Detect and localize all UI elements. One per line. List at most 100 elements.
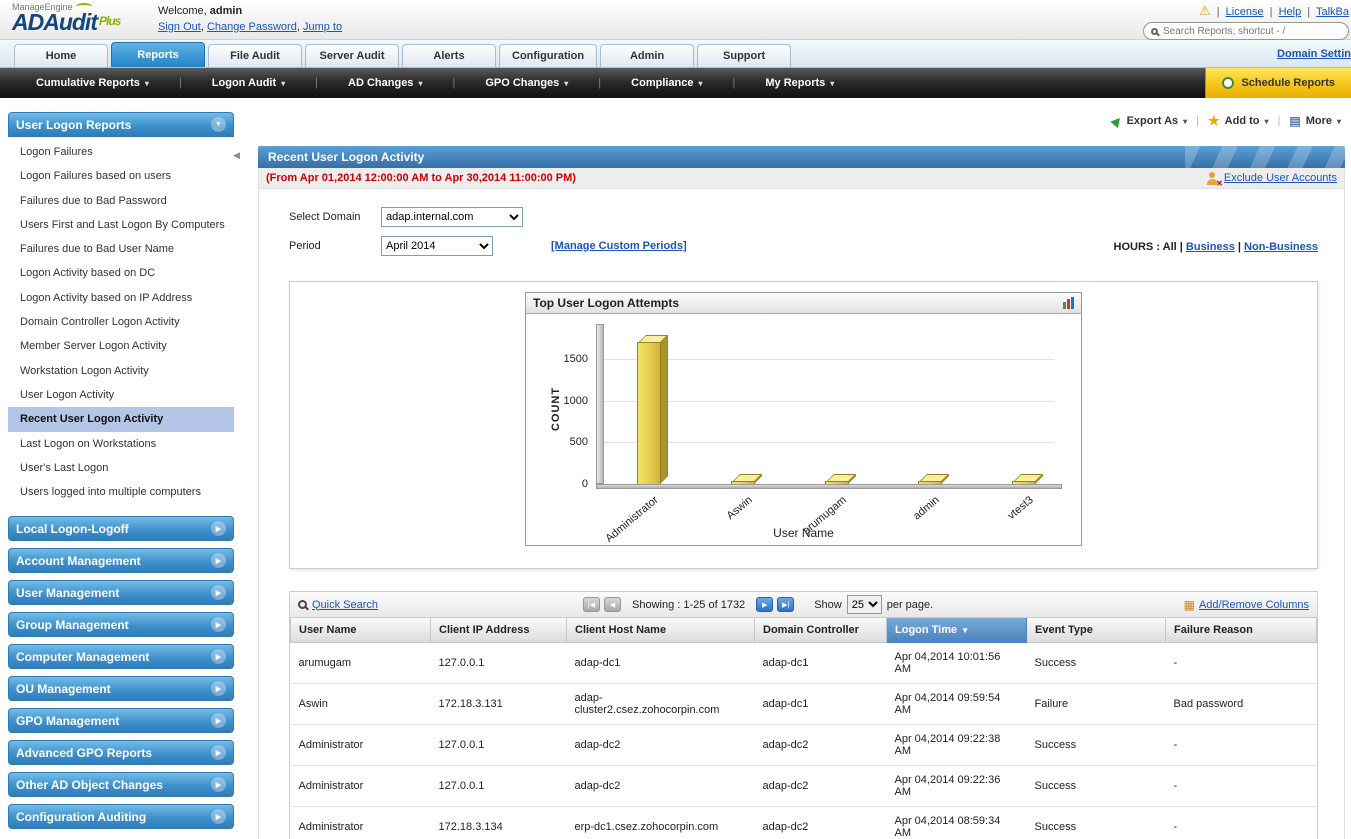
chart-type-icon[interactable] xyxy=(1063,297,1074,309)
sidebar-section-ou-management[interactable]: OU Management ▶ xyxy=(8,676,234,702)
sidebar-item-domain-controller-logon-activity[interactable]: Domain Controller Logon Activity xyxy=(8,310,234,334)
table-cell: Success xyxy=(1026,765,1166,807)
sidebar-section-computer-management[interactable]: Computer Management ▶ xyxy=(8,644,234,670)
chevron-down-icon: ▾ xyxy=(144,79,149,88)
sidebar-section-group-management[interactable]: Group Management ▶ xyxy=(8,612,234,638)
more-button[interactable]: ▤ More ▾ xyxy=(1289,114,1341,128)
last-page-button[interactable]: ▶| xyxy=(777,597,795,612)
column-header-client-host-name[interactable]: Client Host Name xyxy=(566,618,755,643)
domain-settings-link[interactable]: Domain Settin xyxy=(1277,48,1351,60)
chevron-right-icon: ▶ xyxy=(211,585,226,601)
sidebar-section-other-ad-object-changes[interactable]: Other AD Object Changes ▶ xyxy=(8,772,234,798)
sidebar-item-logon-activity-based-on-ip-address[interactable]: Logon Activity based on IP Address xyxy=(8,286,234,310)
table-cell: Aswin xyxy=(290,683,431,725)
tab-alerts[interactable]: Alerts xyxy=(402,44,496,67)
menu-cumulative-reports[interactable]: Cumulative Reports ▾ xyxy=(6,77,179,89)
table-row[interactable]: arumugam 127.0.0.1 adap-dc1 adap-dc1 Apr 04,… xyxy=(290,642,1317,684)
tab-admin[interactable]: Admin xyxy=(600,44,695,67)
table-cell: adap-cluster2.csez.zohocorpin.com xyxy=(566,683,755,725)
sidebar-section-user-management[interactable]: User Management ▶ xyxy=(8,580,234,606)
chevron-right-icon: ▶ xyxy=(211,617,226,633)
domain-select[interactable]: adap.internal.com xyxy=(381,207,523,227)
quick-search-button[interactable]: Quick Search xyxy=(298,599,378,611)
tab-reports[interactable]: Reports xyxy=(111,42,205,67)
warning-icon[interactable]: ⚠ xyxy=(1199,3,1211,18)
prev-page-button[interactable]: ◀ xyxy=(604,597,622,612)
column-header-domain-controller[interactable]: Domain Controller xyxy=(754,618,887,643)
table-cell: adap-dc2 xyxy=(754,765,887,807)
chevron-down-icon: ▾ xyxy=(1183,116,1188,126)
tab-server-audit[interactable]: Server Audit xyxy=(305,44,399,67)
column-header-user-name[interactable]: User Name xyxy=(290,618,431,643)
period-select[interactable]: April 2014 xyxy=(381,236,493,256)
menu-gpo-changes[interactable]: GPO Changes ▾ xyxy=(455,77,598,89)
menu-ad-changes[interactable]: AD Changes ▾ xyxy=(318,77,452,89)
add-remove-columns-button[interactable]: ▦ Add/Remove Columns xyxy=(1184,598,1309,612)
next-page-button[interactable]: ▶ xyxy=(756,597,774,612)
tab-file-audit[interactable]: File Audit xyxy=(208,44,302,67)
menu-compliance[interactable]: Compliance ▾ xyxy=(601,77,732,89)
sidebar-section-account-management[interactable]: Account Management ▶ xyxy=(8,548,234,574)
column-header-client-ip-address[interactable]: Client IP Address xyxy=(430,618,567,643)
sidebar-item-logon-failures[interactable]: Logon Failures xyxy=(8,140,234,164)
sidebar-section-configuration-auditing[interactable]: Configuration Auditing ▶ xyxy=(8,804,234,830)
manage-custom-periods-link[interactable]: [Manage Custom Periods] xyxy=(551,240,687,252)
column-header-logon-time[interactable]: Logon Time ▼ xyxy=(886,618,1027,643)
tab-configuration[interactable]: Configuration xyxy=(499,44,598,67)
schedule-reports-button[interactable]: Schedule Reports xyxy=(1205,68,1351,98)
column-header-event-type[interactable]: Event Type xyxy=(1026,618,1166,643)
table-row[interactable]: Aswin 172.18.3.131 adap-cluster2.csez.zoho… xyxy=(290,683,1317,725)
sidebar-item-last-logon-on-workstations[interactable]: Last Logon on Workstations xyxy=(8,432,234,456)
first-page-button[interactable]: |◀ xyxy=(583,597,601,612)
exclude-user-accounts-link[interactable]: Exclude User Accounts xyxy=(1224,172,1337,184)
change-password-link[interactable]: Change Password xyxy=(207,21,297,33)
table-row[interactable]: Administrator 172.18.3.134 erp-dc1.csez.zo… xyxy=(290,806,1317,839)
chevron-right-icon: ▶ xyxy=(211,745,226,761)
hours-business-link[interactable]: Business xyxy=(1186,241,1235,253)
export-icon xyxy=(1109,114,1124,128)
table-cell: Apr 04,2014 09:22:36 AM xyxy=(886,765,1027,807)
search-box[interactable] xyxy=(1143,22,1349,40)
sidebar-section-gpo-management[interactable]: GPO Management ▶ xyxy=(8,708,234,734)
menu-my-reports[interactable]: My Reports ▾ xyxy=(735,77,864,89)
exclude-user-accounts[interactable]: ✕ Exclude User Accounts xyxy=(1206,171,1337,188)
sidebar-item-recent-user-logon-activity[interactable]: Recent User Logon Activity xyxy=(8,407,234,432)
tab-support[interactable]: Support xyxy=(697,44,792,67)
jump-to-link[interactable]: Jump to xyxy=(303,21,342,33)
search-input[interactable] xyxy=(1163,25,1341,37)
sidebar-item-logon-activity-based-on-dc[interactable]: Logon Activity based on DC xyxy=(8,261,234,285)
page-size-select[interactable]: 25 xyxy=(846,595,882,614)
sidebar-item-failures-due-to-bad-user-name[interactable]: Failures due to Bad User Name xyxy=(8,237,234,261)
column-header-failure-reason[interactable]: Failure Reason xyxy=(1165,618,1317,643)
table-cell: Bad password xyxy=(1165,683,1317,725)
sidebar-section-local-logon-logoff[interactable]: Local Logon-Logoff ▶ xyxy=(8,516,234,542)
help-link[interactable]: Help xyxy=(1279,6,1302,18)
sidebar-section-advanced-gpo-reports[interactable]: Advanced GPO Reports ▶ xyxy=(8,740,234,766)
sidebar-section-user-logon-reports[interactable]: User Logon Reports ▼ xyxy=(8,112,234,137)
sidebar-item-user-s-last-logon[interactable]: User's Last Logon xyxy=(8,456,234,480)
table-cell: adap-dc1 xyxy=(754,642,887,684)
chevron-down-icon[interactable]: ▼ xyxy=(211,117,226,132)
sidebar-item-user-logon-activity[interactable]: User Logon Activity xyxy=(8,383,234,407)
talkback-link[interactable]: TalkBa xyxy=(1316,6,1349,18)
sidebar-item-users-logged-into-multiple-computers[interactable]: Users logged into multiple computers xyxy=(8,480,234,504)
add-to-button[interactable]: ★ Add to ▾ xyxy=(1208,113,1269,129)
sidebar-item-member-server-logon-activity[interactable]: Member Server Logon Activity xyxy=(8,334,234,358)
menu-logon-audit[interactable]: Logon Audit ▾ xyxy=(182,77,315,89)
chart-title: Top User Logon Attempts xyxy=(533,296,679,310)
sidebar-item-logon-failures-based-on-users[interactable]: Logon Failures based on users xyxy=(8,164,234,188)
sidebar-collapse-handle[interactable]: ◀ xyxy=(233,150,240,161)
table-row[interactable]: Administrator 127.0.0.1 adap-dc2 adap-dc2 Ap… xyxy=(290,724,1317,766)
sidebar-item-users-first-and-last-logon-by-computers[interactable]: Users First and Last Logon By Computers xyxy=(8,213,234,237)
table-cell: adap-dc1 xyxy=(754,683,887,725)
export-as-button[interactable]: Export As ▾ xyxy=(1109,114,1188,128)
sidebar-item-workstation-logon-activity[interactable]: Workstation Logon Activity xyxy=(8,359,234,383)
license-link[interactable]: License xyxy=(1226,6,1264,18)
tab-home[interactable]: Home xyxy=(14,44,108,67)
hours-nonbusiness-link[interactable]: Non-Business xyxy=(1244,241,1318,253)
table-row[interactable]: Administrator 127.0.0.1 adap-dc2 adap-dc2 Ap… xyxy=(290,765,1317,807)
sidebar-item-failures-due-to-bad-password[interactable]: Failures due to Bad Password xyxy=(8,189,234,213)
sign-out-link[interactable]: Sign Out xyxy=(158,21,201,33)
domain-filter-row: Select Domain adap.internal.com xyxy=(289,207,687,227)
show-label: Show xyxy=(814,598,842,611)
